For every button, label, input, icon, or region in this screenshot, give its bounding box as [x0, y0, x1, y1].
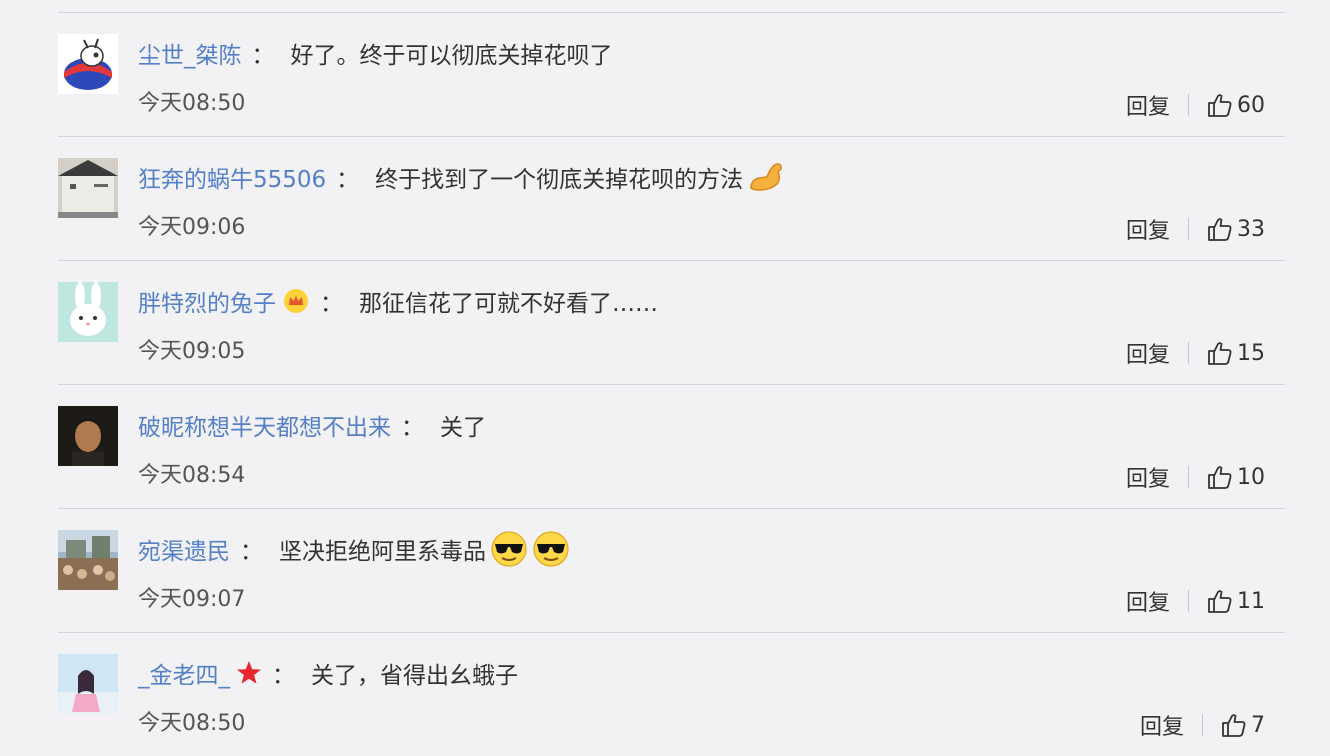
comment-text: 关了，省得出幺蛾子 — [311, 663, 518, 689]
action-divider — [1188, 342, 1189, 364]
comment-text: 坚决拒绝阿里系毒品 — [279, 539, 486, 565]
colon-separator: ： — [272, 663, 295, 689]
thumbs-up-icon — [1222, 714, 1246, 737]
like-count: 33 — [1237, 216, 1265, 242]
like-button[interactable]: 11 — [1207, 588, 1265, 614]
comment-item: 宛渠遗民 ： 坚决拒绝阿里系毒品 今天09:07 回复 11 — [58, 509, 1285, 633]
like-button[interactable]: 7 — [1221, 712, 1265, 738]
timestamp: 今天08:50 — [138, 91, 246, 116]
action-divider — [1202, 714, 1203, 736]
comment-item: 破昵称想半天都想不出来 ： 关了 今天08:54 回复 10 — [58, 385, 1285, 509]
timestamp: 今天09:05 — [138, 339, 246, 364]
reply-button[interactable]: 回复 — [1126, 337, 1170, 369]
colon-separator: ： — [401, 415, 424, 441]
reply-button[interactable]: 回复 — [1126, 585, 1170, 617]
reply-button[interactable]: 回复 — [1126, 213, 1170, 245]
like-count: 15 — [1237, 340, 1265, 366]
comment-item: 尘世_桀陈 ： 好了。终于可以彻底关掉花呗了 今天08:50 回复 60 — [58, 13, 1285, 137]
thumbs-up-icon — [1208, 342, 1232, 365]
sunglasses-emoji — [532, 530, 570, 568]
action-divider — [1188, 466, 1189, 488]
like-count: 60 — [1237, 92, 1265, 118]
avatar[interactable] — [58, 530, 118, 590]
comment-item: _金老四_ ： 关了，省得出幺蛾子 今天08:50 回复 7 — [58, 633, 1285, 756]
comment-text: 那征信花了可就不好看了…… — [359, 291, 658, 317]
like-count: 7 — [1251, 712, 1265, 738]
thumbs-up-icon — [1208, 94, 1232, 117]
like-button[interactable]: 33 — [1207, 216, 1265, 242]
avatar[interactable] — [58, 406, 118, 466]
comment-text: 关了 — [440, 415, 486, 441]
username-link[interactable]: 宛渠遗民 — [138, 532, 230, 566]
thumbs-up-icon — [1208, 218, 1232, 241]
avatar[interactable] — [58, 158, 118, 218]
username-link[interactable]: _金老四_ — [138, 656, 230, 690]
avatar[interactable] — [58, 34, 118, 94]
like-count: 11 — [1237, 588, 1265, 614]
thumbs-up-icon — [1208, 466, 1232, 489]
crown-badge-icon — [282, 288, 310, 314]
reply-button[interactable]: 回复 — [1140, 709, 1184, 741]
red-star-badge-icon — [236, 660, 262, 686]
timestamp: 今天08:54 — [138, 463, 246, 488]
comment-item: 胖特烈的兔子 ： 那征信花了可就不好看了…… 今天09:05 回复 15 — [58, 261, 1285, 385]
timestamp: 今天09:06 — [138, 215, 246, 240]
like-button[interactable]: 15 — [1207, 340, 1265, 366]
colon-separator: ： — [320, 291, 343, 317]
timestamp: 今天08:50 — [138, 711, 246, 736]
comment-text: 好了。终于可以彻底关掉花呗了 — [290, 43, 613, 69]
colon-separator: ： — [251, 43, 275, 69]
like-button[interactable]: 60 — [1207, 92, 1265, 118]
action-divider — [1188, 94, 1189, 116]
avatar[interactable] — [58, 654, 118, 714]
reply-button[interactable]: 回复 — [1126, 461, 1170, 493]
action-divider — [1188, 218, 1189, 240]
comment-item: 狂奔的蜗牛55506 ： 终于找到了一个彻底关掉花呗的方法 今天09:06 回复… — [58, 137, 1285, 261]
reply-button[interactable]: 回复 — [1126, 89, 1170, 121]
like-count: 10 — [1237, 464, 1265, 490]
timestamp: 今天09:07 — [138, 587, 246, 612]
flexed-biceps-emoji — [747, 160, 785, 194]
like-button[interactable]: 10 — [1207, 464, 1265, 490]
comment-list: 尘世_桀陈 ： 好了。终于可以彻底关掉花呗了 今天08:50 回复 60 狂奔的… — [58, 12, 1285, 756]
thumbs-up-icon — [1208, 590, 1232, 613]
comment-text: 终于找到了一个彻底关掉花呗的方法 — [375, 167, 744, 193]
username-link[interactable]: 胖特烈的兔子 — [138, 284, 276, 318]
sunglasses-emoji — [490, 530, 528, 568]
colon-separator: ： — [336, 167, 360, 193]
avatar[interactable] — [58, 282, 118, 342]
username-link[interactable]: 狂奔的蜗牛55506 — [138, 160, 326, 194]
colon-separator: ： — [240, 539, 263, 565]
action-divider — [1188, 590, 1189, 612]
username-link[interactable]: 尘世_桀陈 — [138, 36, 242, 70]
username-link[interactable]: 破昵称想半天都想不出来 — [138, 408, 391, 442]
